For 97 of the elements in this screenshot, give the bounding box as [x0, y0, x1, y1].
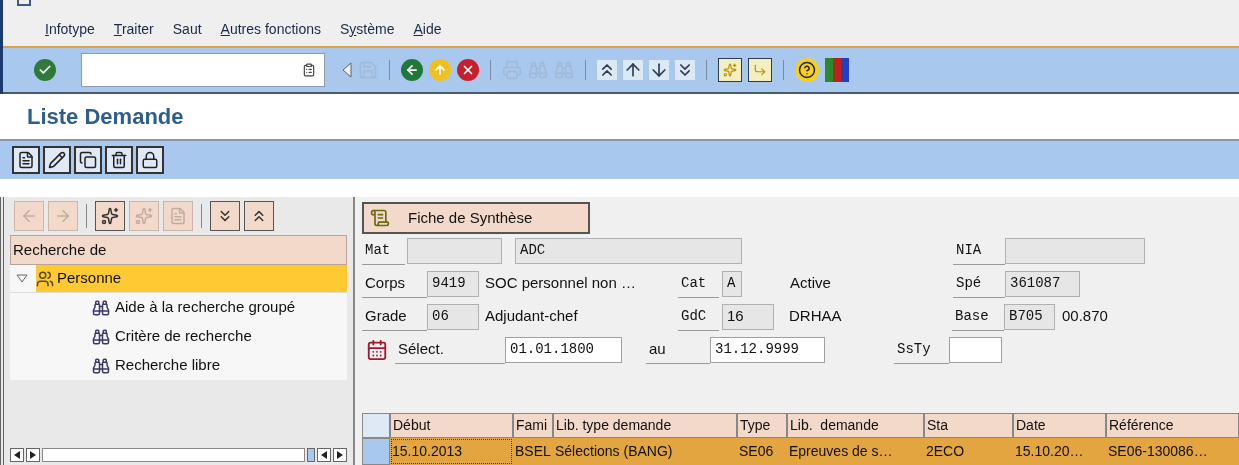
new-icon: [101, 207, 119, 225]
expand-all-button[interactable]: [210, 201, 240, 231]
tree-header: Recherche de: [10, 235, 347, 265]
edit-button[interactable]: [43, 146, 71, 174]
triangle-left-icon: [321, 451, 327, 459]
column-header[interactable]: Sta: [924, 413, 1013, 438]
scroll-arrow-button[interactable]: [317, 448, 331, 462]
new-button[interactable]: [95, 201, 125, 231]
status-text: Active: [790, 273, 832, 294]
expand-toggle-icon[interactable]: [16, 273, 28, 284]
menu-item[interactable]: Saut: [172, 18, 202, 40]
summary-sheet-button[interactable]: Fiche de Synthèse: [362, 202, 590, 234]
tree-item[interactable]: Critère de recherche: [92, 325, 252, 348]
binoculars-icon: [92, 298, 110, 317]
history-icon[interactable]: [302, 63, 316, 77]
table-cell: 15.10.2013: [390, 438, 513, 465]
column-header[interactable]: Début: [390, 413, 513, 438]
new-icon: [135, 207, 153, 225]
tree-item[interactable]: Aide à la recherche groupé: [92, 296, 296, 319]
scrollbar-thumb[interactable]: [307, 448, 315, 462]
scroll-icon: [370, 208, 390, 228]
column-header[interactable]: Lib. demande: [787, 413, 924, 438]
column-header[interactable]: Fami: [513, 413, 553, 438]
tree-item[interactable]: Recherche libre: [92, 354, 221, 377]
lock-icon: [141, 151, 159, 169]
output-field: 361087: [1005, 270, 1080, 297]
command-field[interactable]: [81, 53, 325, 87]
field-label: Mat: [362, 236, 405, 265]
column-header[interactable]: Lib. type demande: [553, 413, 737, 438]
collapse-all-button[interactable]: [244, 201, 274, 231]
forward-icon: [54, 207, 72, 225]
output-field: 16: [722, 303, 774, 330]
menu-item[interactable]: Infotype: [45, 18, 95, 40]
triangle-left-icon[interactable]: [342, 62, 352, 78]
binoculars-icon: [92, 327, 110, 346]
date-from-field[interactable]: 01.01.1800: [505, 336, 622, 363]
base-code-text: 00.870: [1062, 306, 1108, 327]
menu-item[interactable]: Système: [340, 18, 395, 40]
date-to-field[interactable]: 31.12.9999: [710, 336, 825, 363]
create-button[interactable]: [12, 146, 40, 174]
delete-icon: [110, 151, 128, 169]
table-cell: BSEL: [513, 438, 553, 465]
edit-icon: [48, 151, 66, 169]
delete-button[interactable]: [105, 146, 133, 174]
lock-button[interactable]: [136, 146, 164, 174]
triangle-right-icon: [30, 451, 36, 459]
table-cell: SE06-130086…: [1106, 438, 1239, 465]
table-cell: 15.10.20…: [1013, 438, 1106, 465]
output-field: A: [722, 270, 742, 297]
triangle-left-icon: [14, 451, 20, 459]
new-session-icon[interactable]: [718, 58, 742, 82]
table-cell: Epreuves de s…: [787, 438, 924, 465]
table-cell: 2ECO: [924, 438, 1013, 465]
menu-item[interactable]: Aide: [413, 18, 442, 40]
scroll-arrow-button[interactable]: [10, 448, 24, 462]
scrollbar-track[interactable]: [42, 448, 305, 462]
field-label: GdC: [678, 302, 719, 331]
select-all-cell[interactable]: [362, 413, 390, 438]
people-icon: [36, 269, 54, 288]
scroll-arrow-button[interactable]: [26, 448, 40, 462]
field-label: Cat: [678, 269, 719, 298]
column-header[interactable]: Type: [737, 413, 787, 438]
copy-button[interactable]: [74, 146, 102, 174]
scroll-arrow-button[interactable]: [333, 448, 347, 462]
enter-icon[interactable]: [34, 59, 56, 81]
previous-page-icon[interactable]: [623, 60, 643, 80]
back-icon[interactable]: [401, 59, 423, 81]
binoculars-icon: [92, 356, 110, 375]
grade-description: Adjudant-chef: [485, 306, 579, 327]
menu-item[interactable]: Autres fonctions: [220, 18, 321, 40]
help-icon[interactable]: [795, 58, 819, 82]
window-menu-icon[interactable]: [17, 0, 31, 6]
output-field: 9419: [427, 270, 479, 297]
copy-icon: [79, 151, 97, 169]
tree-node[interactable]: Personne: [36, 265, 347, 292]
menu-item[interactable]: Traiter: [113, 18, 154, 40]
page-title: Liste Demande: [27, 103, 184, 131]
last-page-icon[interactable]: [675, 60, 695, 80]
output-field: 06: [427, 303, 479, 330]
column-header[interactable]: Date: [1013, 413, 1106, 438]
first-page-icon[interactable]: [597, 60, 617, 80]
shortcut-icon[interactable]: [748, 58, 772, 82]
column-header[interactable]: Référence: [1106, 413, 1239, 438]
table-cell: SE06: [737, 438, 787, 465]
table-cell: Sélections (BANG): [553, 438, 737, 465]
triangle-right-icon: [337, 451, 343, 459]
organization-text: DRHAA: [789, 306, 843, 327]
create-icon: [17, 151, 35, 169]
output-field: ADC: [515, 237, 742, 264]
calendar-icon[interactable]: [366, 338, 388, 361]
new-document-icon: [169, 207, 187, 225]
cancel-icon[interactable]: [457, 59, 479, 81]
output-field: B705: [1004, 303, 1055, 330]
next-page-icon[interactable]: [649, 60, 669, 80]
corps-description: SOC personnel non …: [485, 273, 637, 294]
subtype-field[interactable]: [949, 336, 1002, 363]
back-icon: [20, 207, 38, 225]
